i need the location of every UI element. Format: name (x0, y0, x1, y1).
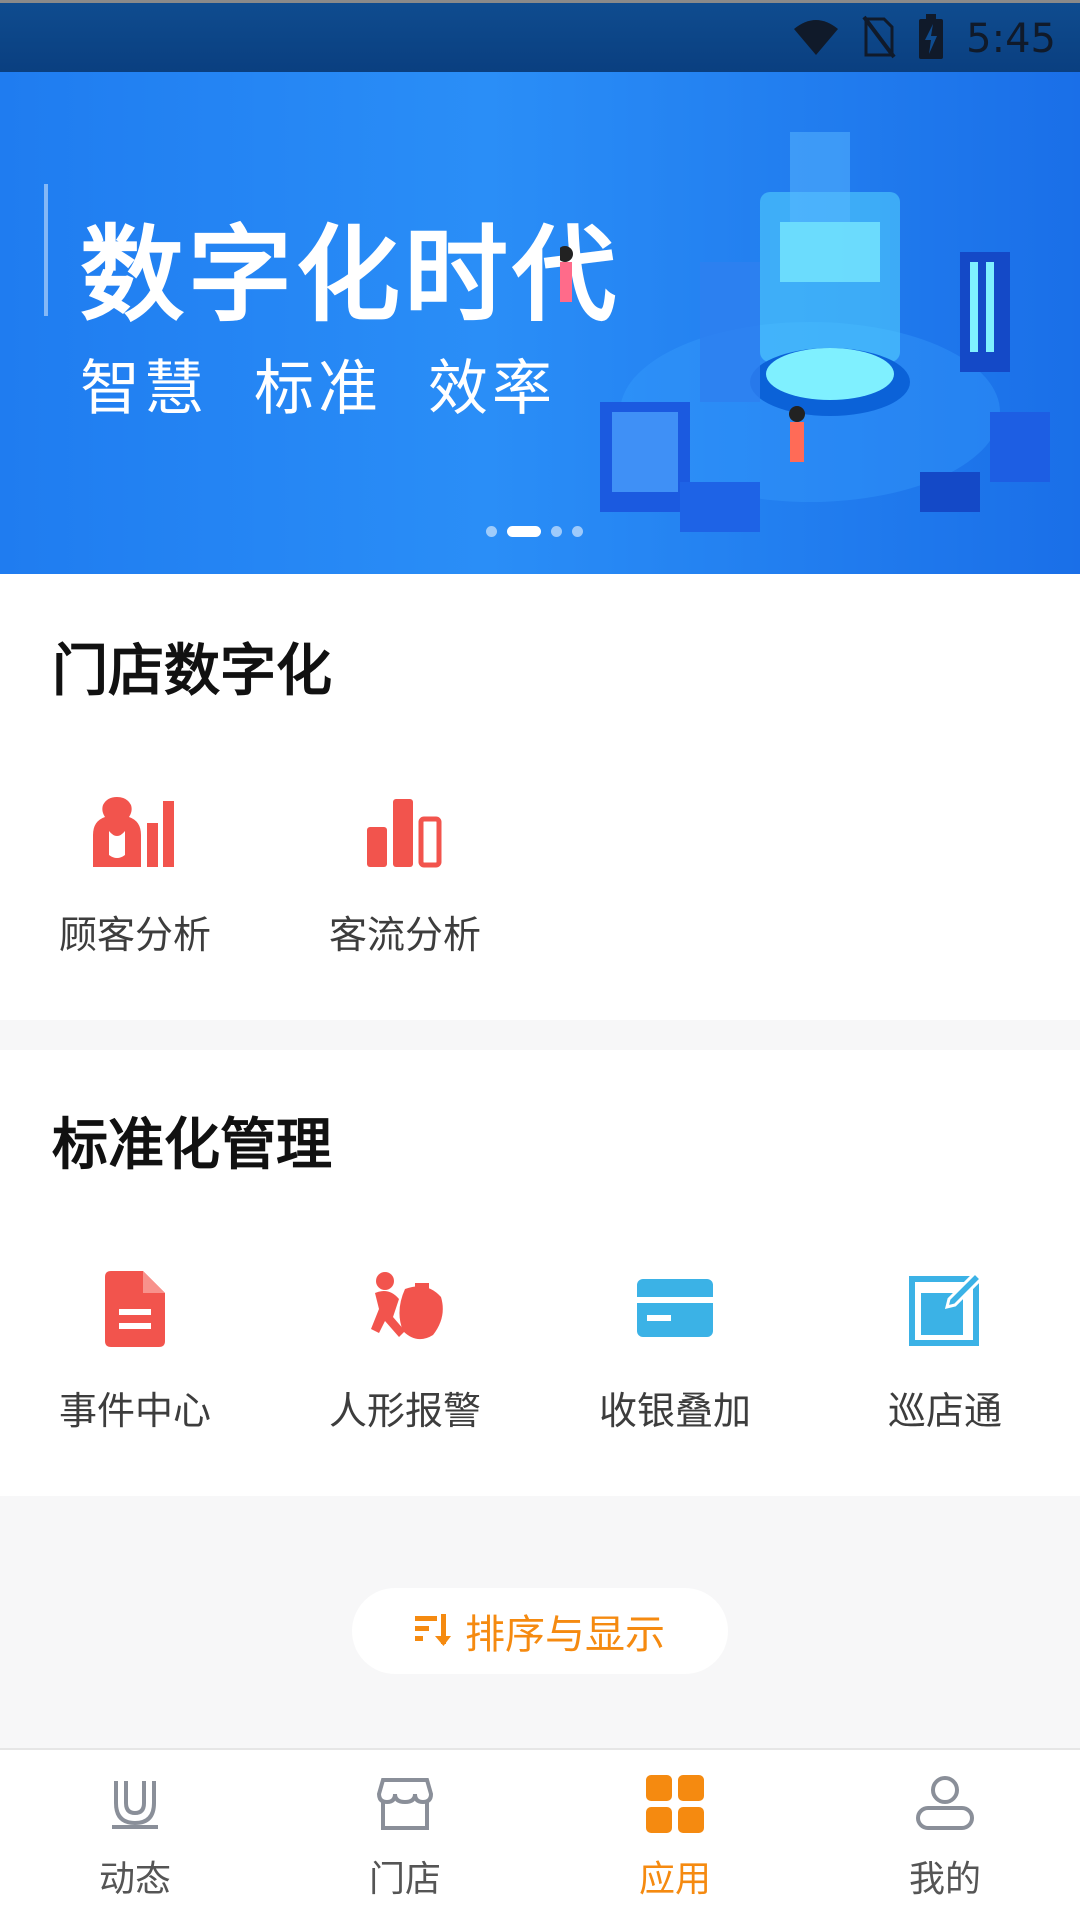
app-customer-analysis[interactable]: 顾客分析 (0, 788, 270, 959)
user-icon (911, 1772, 979, 1836)
thief-alarm-icon (360, 1264, 450, 1354)
app-traffic-analysis[interactable]: 客流分析 (270, 788, 540, 959)
app-label: 巡店通 (887, 1389, 1002, 1433)
status-bar: 5:45 (0, 0, 1080, 72)
tab-dynamic[interactable]: 动态 (0, 1750, 270, 1920)
tab-apps[interactable]: 应用 (540, 1750, 810, 1920)
banner-subtitle: 效率 (428, 354, 556, 424)
battery-charging-icon (918, 14, 944, 64)
bottom-tab-bar: 动态 门店 应用 我的 (0, 1748, 1080, 1920)
store-digital-section: 门店数字化 顾客分析 客流分析 (0, 574, 1080, 1020)
section-title: 门店数字化 (52, 639, 332, 704)
tab-mine[interactable]: 我的 (810, 1750, 1080, 1920)
app-event-center[interactable]: 事件中心 (0, 1264, 270, 1435)
tab-label: 应用 (638, 1859, 711, 1900)
event-document-icon (90, 1264, 180, 1354)
app-human-alarm[interactable]: 人形报警 (270, 1264, 540, 1435)
status-icons: 5:45 (792, 13, 1056, 65)
banner-accent-bar (44, 184, 48, 316)
app-label: 事件中心 (58, 1389, 211, 1433)
banner-subtitle: 标准 (254, 354, 382, 424)
pagination-dot[interactable] (572, 526, 583, 537)
sort-display-button[interactable]: 排序与显示 (352, 1588, 728, 1674)
app-store-patrol[interactable]: 巡店通 (810, 1264, 1080, 1435)
banner-subtitle: 智慧 (80, 354, 208, 424)
data-center-illustration (560, 132, 1050, 532)
pagination-dot[interactable] (551, 526, 562, 537)
app-label: 客流分析 (328, 913, 481, 957)
tab-label: 我的 (908, 1859, 981, 1900)
app-cash-overlay[interactable]: 收银叠加 (540, 1264, 810, 1435)
traffic-analysis-icon (360, 788, 450, 878)
magnet-icon (101, 1772, 169, 1836)
edit-square-icon (900, 1264, 990, 1354)
banner-title: 数字化时代 (80, 214, 621, 336)
status-time: 5:45 (966, 16, 1056, 62)
promo-banner[interactable]: 数字化时代 智慧 标准 效率 (0, 72, 1080, 574)
banner-pagination[interactable] (486, 526, 583, 537)
app-label: 收银叠加 (598, 1389, 751, 1433)
pagination-dot-active[interactable] (507, 526, 541, 537)
customer-analysis-icon (90, 788, 180, 878)
store-icon (371, 1772, 439, 1836)
app-grid: 事件中心 人形报警 收银叠加 巡店通 (0, 1264, 1080, 1435)
app-label: 顾客分析 (58, 913, 211, 957)
no-sim-icon (862, 15, 896, 63)
banner-subtitles: 智慧 标准 效率 (80, 340, 556, 427)
tab-store[interactable]: 门店 (270, 1750, 540, 1920)
sort-icon (415, 1612, 451, 1650)
app-grid: 顾客分析 客流分析 (0, 788, 1080, 959)
sort-display-label: 排序与显示 (465, 1612, 665, 1658)
tab-label: 门店 (368, 1859, 441, 1900)
wifi-icon (792, 17, 840, 61)
app-label: 人形报警 (328, 1389, 481, 1433)
tab-label: 动态 (98, 1859, 171, 1900)
section-title: 标准化管理 (52, 1113, 332, 1178)
standardization-section: 标准化管理 事件中心 人形报警 收银叠加 巡店通 (0, 1050, 1080, 1496)
pagination-dot[interactable] (486, 526, 497, 537)
apps-grid-icon (641, 1772, 709, 1836)
card-icon (630, 1264, 720, 1354)
